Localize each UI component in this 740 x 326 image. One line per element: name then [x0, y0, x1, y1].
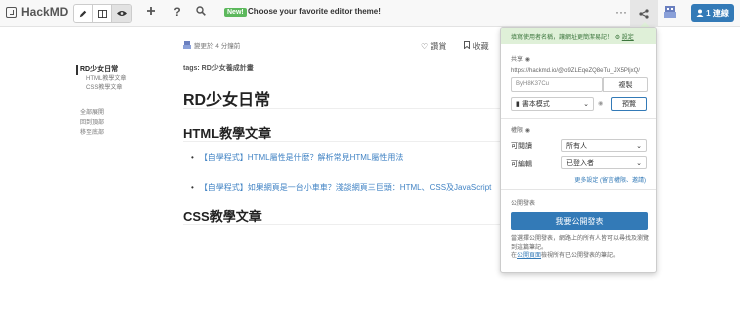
online-count: 1 連線	[706, 8, 729, 18]
hackmd-logo-icon	[6, 6, 17, 18]
toc-item-title[interactable]: RD少女日常	[80, 65, 126, 75]
notice-text: 填寫使用者名稱，讓網址更簡潔易記！	[511, 35, 614, 41]
title-divider	[183, 108, 500, 109]
toc-item-css[interactable]: CSS教學文章	[80, 84, 126, 93]
article-link[interactable]: 【自學程式】如果網頁是一台小車車？淺談網頁三巨頭：HTML、CSS及JavaSc…	[191, 182, 492, 193]
help-circle-icon[interactable]: ◉	[598, 100, 603, 107]
read-permission-label: 可閱讀	[511, 143, 532, 150]
section-divider	[501, 118, 656, 119]
pencil-icon	[79, 10, 87, 17]
permission-label: 權限	[511, 128, 524, 134]
share-popover: 填寫使用者名稱，讓網址更簡潔易記！ ⚙ 設定 共享 ◉ https://hack…	[500, 27, 657, 273]
search-button[interactable]	[194, 5, 208, 21]
view-mode-group	[73, 4, 132, 23]
section-heading-html: HTML教學文章	[183, 126, 272, 141]
edit-mode-button[interactable]	[74, 5, 93, 22]
users-icon	[696, 9, 704, 17]
brand[interactable]: HackMD	[6, 5, 68, 19]
preview-button[interactable]: 預覽	[611, 97, 647, 111]
toc-controls: 全部展開 回到頂部 移至底部	[80, 108, 104, 138]
share-link-input[interactable]: ByH8K37Cu	[511, 77, 603, 92]
more-settings-link[interactable]: 更多設定 (留言權限、邀請)	[574, 175, 646, 184]
help-circle-icon[interactable]: ◉	[525, 57, 530, 63]
view-mode-button[interactable]	[112, 5, 131, 22]
online-users-button[interactable]: 1 連線	[691, 4, 734, 22]
help-circle-icon[interactable]: ◉	[525, 128, 530, 134]
help-button[interactable]: ?	[170, 5, 184, 21]
plus-icon	[147, 7, 155, 15]
updated-time: 變更於 4 分鐘前	[194, 43, 241, 50]
book-icon: ▮	[516, 101, 520, 108]
doc-meta: 變更於 4 分鐘前	[183, 40, 240, 50]
toc-item-html[interactable]: HTML教學文章	[80, 75, 126, 84]
section-heading-css: CSS教學文章	[183, 209, 262, 224]
write-permission-label: 可編輯	[511, 161, 532, 168]
publish-section-label: 公開發表	[511, 201, 536, 207]
section-divider	[183, 224, 500, 225]
chevron-down-icon: ⌄	[636, 159, 642, 167]
section-divider	[501, 189, 656, 190]
doc-actions: ♡ 讚賞 收藏	[421, 41, 489, 52]
permission-section-label: 權限 ◉	[511, 125, 530, 134]
back-to-top-link[interactable]: 回到頂部	[80, 118, 104, 128]
bookmark-button[interactable]: 收藏	[464, 41, 489, 52]
publish-desc-suffix: 檢視所有已公開發表的筆記。	[541, 253, 620, 259]
brand-name: HackMD	[21, 5, 69, 19]
share-section-label: 共享 ◉	[511, 54, 530, 63]
article-link[interactable]: 【自學程式】HTML屬性是什麼？解析常見HTML屬性用法	[191, 152, 404, 163]
chevron-down-icon: ⌄	[636, 142, 642, 150]
doc-title: RD少女日常	[183, 92, 271, 109]
username-notice: 填寫使用者名稱，讓網址更簡潔易記！ ⚙ 設定	[501, 28, 656, 44]
heart-icon: ♡	[421, 42, 429, 51]
bookmark-label: 收藏	[472, 42, 489, 51]
write-permission-select[interactable]: 已登入者 ⌄	[561, 156, 647, 169]
top-navbar: HackMD ? New! Choose your favorite edito…	[0, 0, 740, 27]
search-icon	[196, 6, 206, 16]
mode-select[interactable]: ▮ 書本模式 ⌄	[511, 97, 594, 111]
like-label: 讚賞	[430, 42, 447, 51]
announcement-link[interactable]: Choose your favorite editor theme!	[248, 7, 381, 16]
table-of-contents: RD少女日常 HTML教學文章 CSS教學文章	[76, 65, 126, 93]
new-badge: New!	[224, 8, 247, 17]
both-mode-button[interactable]	[93, 5, 112, 22]
eye-icon	[116, 11, 127, 16]
more-menu-button[interactable]: ···	[615, 5, 627, 19]
publish-desc-line: 在公開頁面檢視所有已公開發表的筆記。	[511, 252, 651, 261]
author-avatar	[183, 41, 191, 49]
share-label: 共享	[511, 57, 524, 63]
write-permission-value: 已登入者	[566, 159, 594, 167]
question-icon: ?	[173, 5, 181, 19]
copy-button[interactable]: 複製	[603, 77, 648, 92]
go-to-bottom-link[interactable]: 移至底部	[80, 128, 104, 138]
publish-button[interactable]: 我要公開發表	[511, 212, 648, 230]
user-avatar[interactable]	[663, 5, 677, 19]
add-note-button[interactable]	[144, 5, 158, 21]
publish-description: 當選擇公開發表，網路上的所有人皆可以尋找及瀏覽到這篇筆記。 在公開頁面檢視所有已…	[511, 235, 651, 261]
expand-all-link[interactable]: 全部展開	[80, 108, 104, 118]
share-icon	[639, 8, 649, 19]
read-permission-value: 所有人	[566, 142, 587, 150]
share-url: https://hackmd.io/@o9ZLEqeZQ8eTu_JX5Pljx…	[511, 68, 640, 74]
public-page-link[interactable]: 公開頁面	[517, 253, 541, 259]
doc-tags: tags: RD少女養成計畫	[183, 65, 254, 72]
notice-settings-link[interactable]: 設定	[622, 35, 634, 41]
chevron-down-icon: ⌄	[583, 101, 589, 108]
like-button[interactable]: ♡ 讚賞	[421, 41, 446, 52]
read-permission-select[interactable]: 所有人 ⌄	[561, 139, 647, 152]
mode-select-value: 書本模式	[521, 101, 550, 108]
settings-icon: ⚙	[614, 35, 621, 41]
section-divider	[183, 141, 500, 142]
columns-icon	[97, 9, 107, 18]
toc-active-indicator	[76, 65, 78, 75]
bookmark-icon	[464, 41, 471, 50]
publish-desc-text: 當選擇公開發表，網路上的所有人皆可以尋找及瀏覽到這篇筆記。	[511, 236, 650, 251]
